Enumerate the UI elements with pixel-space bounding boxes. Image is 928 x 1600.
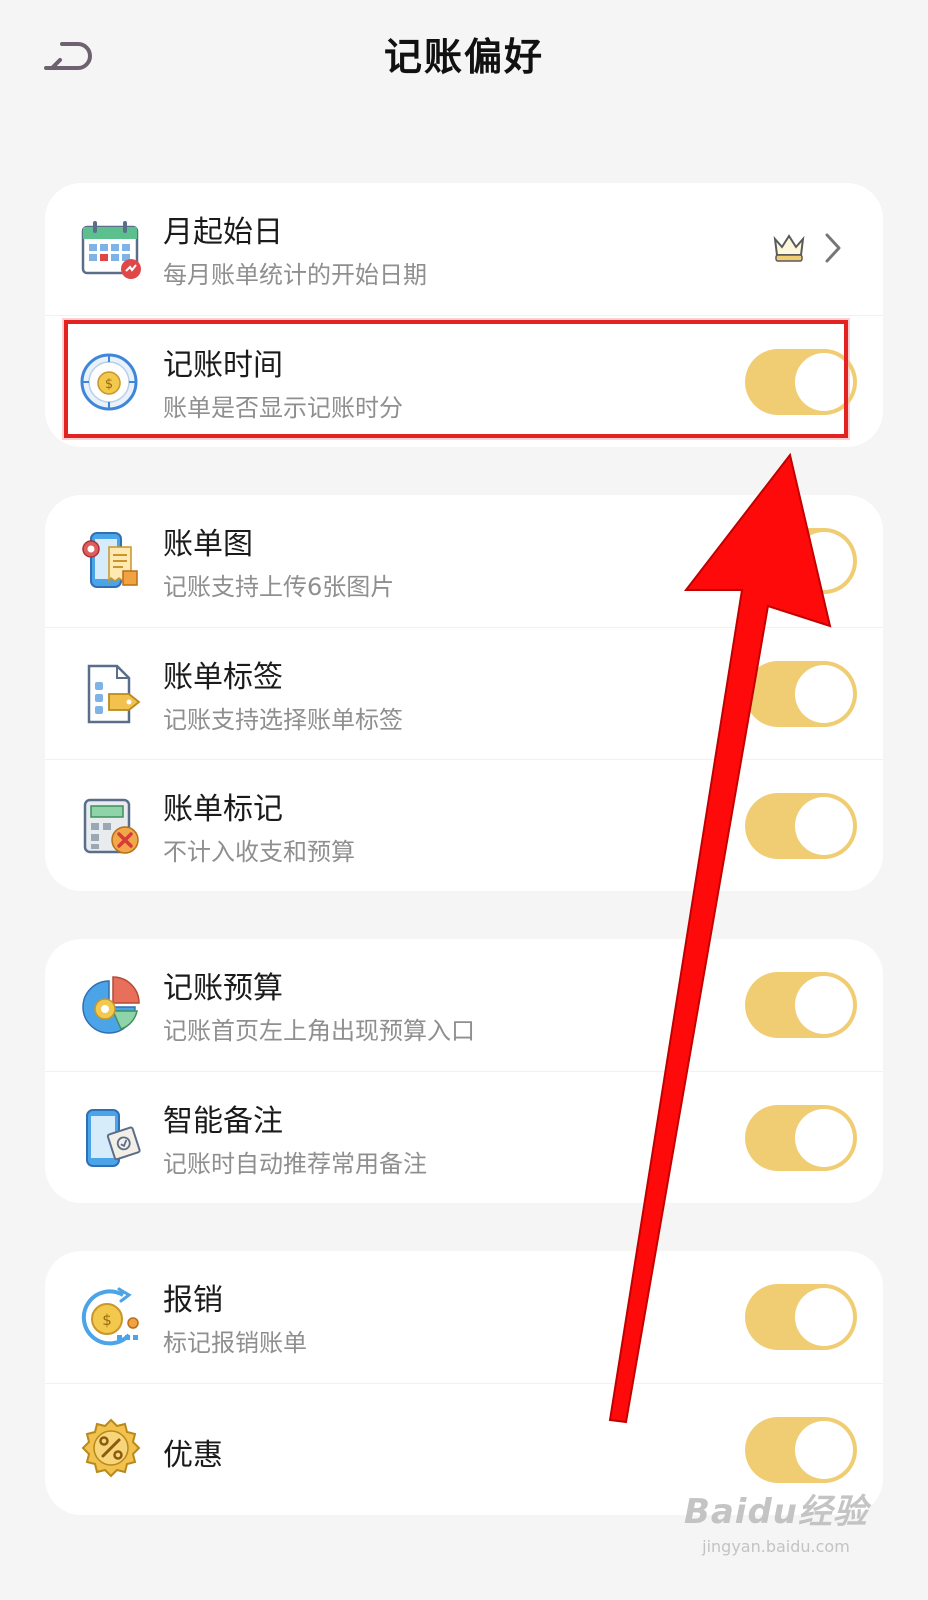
phone-note-icon xyxy=(86,1109,141,1167)
reimburse-toggle[interactable] xyxy=(745,1284,857,1350)
row-subtitle: 记账时自动推荐常用备注 xyxy=(163,1150,427,1178)
toggle-knob xyxy=(795,353,853,411)
row-title: 记账时间 xyxy=(163,348,283,383)
toggle-knob xyxy=(795,532,853,590)
bill-image-toggle[interactable] xyxy=(745,528,857,594)
calendar-icon xyxy=(81,221,141,279)
row-title: 智能备注 xyxy=(163,1104,283,1139)
row-title: 账单标签 xyxy=(163,660,283,695)
row-title: 报销 xyxy=(163,1283,223,1318)
svg-text:$: $ xyxy=(105,377,113,392)
toggle-knob xyxy=(795,797,853,855)
settings-group-3: 记账预算 记账首页左上角出现预算入口 智能备注 记账时自动推荐常用备注 xyxy=(45,939,883,1203)
row-bill-image: 账单图 记账支持上传6张图片 xyxy=(45,495,883,627)
phone-receipt-icon xyxy=(82,532,138,588)
watermark-logo: Baidu经验 xyxy=(683,1492,868,1532)
row-title: 优惠 xyxy=(163,1438,223,1473)
toggle-knob xyxy=(795,1288,853,1346)
row-subtitle: 不计入收支和预算 xyxy=(163,838,355,866)
settings-page: 记账偏好 月起始日 每月账单统计的开始日期 $ 记账时间 账单是否显示记账时分 … xyxy=(0,0,928,1600)
row-subtitle: 标记报销账单 xyxy=(163,1329,307,1357)
row-budget: 记账预算 记账首页左上角出现预算入口 xyxy=(45,939,883,1071)
row-subtitle: 账单是否显示记账时分 xyxy=(163,394,403,422)
page-title: 记账偏好 xyxy=(383,35,544,79)
budget-toggle[interactable] xyxy=(745,972,857,1038)
row-subtitle: 记账首页左上角出现预算入口 xyxy=(163,1017,475,1045)
toggle-knob xyxy=(795,1421,853,1479)
watermark: Baidu经验 jingyan.baidu.com xyxy=(684,1484,868,1556)
toggle-knob xyxy=(795,665,853,723)
toggle-knob xyxy=(795,1109,853,1167)
bill-mark-toggle[interactable] xyxy=(745,793,857,859)
row-title: 月起始日 xyxy=(163,215,283,250)
booking-time-toggle[interactable] xyxy=(745,349,857,415)
chevron-right-icon xyxy=(825,233,841,263)
row-subtitle: 每月账单统计的开始日期 xyxy=(163,261,427,289)
row-smart-note: 智能备注 记账时自动推荐常用备注 xyxy=(45,1071,883,1203)
row-reimburse: $ 报销 标记报销账单 xyxy=(45,1251,883,1383)
smart-note-toggle[interactable] xyxy=(745,1105,857,1171)
bill-tag-toggle[interactable] xyxy=(745,661,857,727)
row-bill-tag: 账单标签 记账支持选择账单标签 xyxy=(45,627,883,759)
watermark-url: jingyan.baidu.com xyxy=(702,1537,850,1556)
discount-toggle[interactable] xyxy=(745,1417,857,1483)
clock-coin-icon: $ xyxy=(80,353,138,411)
pie-chart-icon xyxy=(82,976,140,1034)
crown-icon xyxy=(773,234,805,262)
row-title: 账单标记 xyxy=(163,792,283,827)
document-tag-icon xyxy=(87,664,141,724)
row-subtitle: 记账支持上传6张图片 xyxy=(163,573,395,601)
row-bill-mark: 账单标记 不计入收支和预算 xyxy=(45,759,883,891)
svg-text:$: $ xyxy=(102,1311,112,1329)
row-title: 账单图 xyxy=(163,527,253,562)
settings-group-4: $ 报销 标记报销账单 优惠 xyxy=(45,1251,883,1515)
row-month-start-day[interactable]: 月起始日 每月账单统计的开始日期 xyxy=(45,183,883,315)
settings-group-2: 账单图 记账支持上传6张图片 账单标签 记账支持选择账单标签 账单标记 不计入收… xyxy=(45,495,883,891)
calculator-cross-icon xyxy=(83,798,139,854)
top-bar: 记账偏好 xyxy=(0,0,928,110)
settings-group-1: 月起始日 每月账单统计的开始日期 $ 记账时间 账单是否显示记账时分 xyxy=(45,183,883,447)
discount-badge-icon xyxy=(81,1418,141,1478)
coin-cycle-icon: $ xyxy=(81,1287,139,1346)
row-title: 记账预算 xyxy=(163,971,283,1006)
row-booking-time: $ 记账时间 账单是否显示记账时分 xyxy=(45,315,883,447)
row-subtitle: 记账支持选择账单标签 xyxy=(163,706,403,734)
toggle-knob xyxy=(795,976,853,1034)
